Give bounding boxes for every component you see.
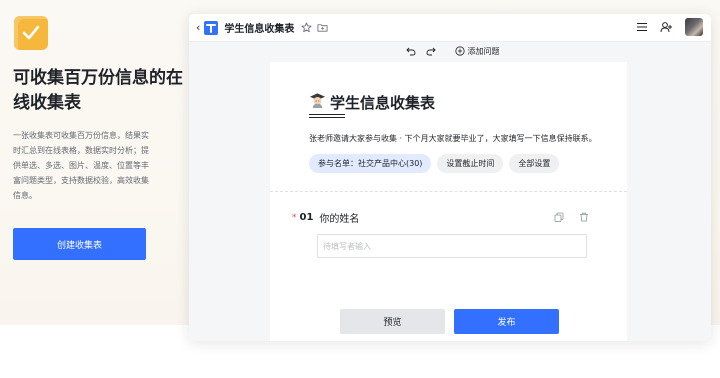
form-title[interactable]: 学生信息收集表 bbox=[330, 92, 435, 113]
star-icon[interactable] bbox=[301, 22, 312, 33]
promo-title: 可收集百万份信息的在线收集表 bbox=[13, 68, 183, 113]
section-divider bbox=[270, 191, 627, 192]
publish-button[interactable]: 发布 bbox=[454, 309, 559, 334]
add-collaborator-icon[interactable] bbox=[660, 21, 673, 33]
title-decoration bbox=[309, 114, 345, 115]
preview-button[interactable]: 预览 bbox=[340, 309, 445, 334]
all-settings-chip[interactable]: 全部设置 bbox=[509, 154, 560, 173]
user-avatar[interactable] bbox=[685, 18, 703, 36]
create-form-button[interactable]: 创建收集表 bbox=[13, 228, 146, 260]
participant-list-chip[interactable]: 参与名单：社交产品中心(30) bbox=[309, 154, 432, 173]
folder-icon[interactable] bbox=[317, 22, 328, 33]
menu-icon[interactable] bbox=[636, 21, 648, 33]
deadline-chip[interactable]: 设置截止时间 bbox=[437, 154, 504, 173]
graduate-emoji-icon bbox=[309, 93, 326, 109]
required-mark: * bbox=[292, 212, 297, 223]
form-description[interactable]: 张老师邀请大家参与收集 · 下个月大家就要毕业了，大家填写一下信息保持联系。 bbox=[309, 133, 597, 144]
document-title: 学生信息收集表 bbox=[224, 24, 295, 35]
question-header: * 01 你的姓名 bbox=[292, 210, 359, 225]
add-question-label: 添加问题 bbox=[467, 46, 500, 56]
title-bar-actions bbox=[624, 18, 703, 36]
form-canvas: 学生信息收集表 张老师邀请大家参与收集 · 下个月大家就要毕业了，大家填写一下信… bbox=[270, 62, 627, 341]
form-app-logo bbox=[14, 16, 48, 50]
title-decoration bbox=[309, 117, 345, 118]
promo-description: 一张收集表可收集百万份信息，结果实时汇总到在线表格，数据实时分析；提供单选、多选… bbox=[13, 131, 149, 200]
form-app-icon bbox=[204, 20, 219, 35]
question-label[interactable]: 你的姓名 bbox=[319, 210, 359, 225]
checkmark-icon bbox=[22, 25, 40, 40]
name-answer-input[interactable] bbox=[317, 234, 587, 258]
undo-icon[interactable] bbox=[405, 46, 416, 56]
title-bar: ‹ 学生信息收集表 bbox=[189, 14, 711, 42]
delete-icon[interactable] bbox=[579, 212, 589, 222]
form-settings-chips: 参与名单：社交产品中心(30) 设置截止时间 全部设置 bbox=[309, 154, 565, 173]
back-chevron-icon[interactable]: ‹ bbox=[196, 21, 200, 34]
redo-icon[interactable] bbox=[426, 46, 436, 56]
editor-toolbar: 添加问题 bbox=[189, 42, 711, 60]
app-window: ‹ 学生信息收集表 添加问题 学生信息收集表 张老师邀请大家参与收集 · 下个月… bbox=[189, 14, 711, 341]
add-circle-icon bbox=[454, 46, 465, 56]
copy-icon[interactable] bbox=[554, 212, 564, 222]
add-question-button[interactable]: 添加问题 bbox=[454, 46, 500, 57]
question-number: 01 bbox=[299, 212, 314, 223]
